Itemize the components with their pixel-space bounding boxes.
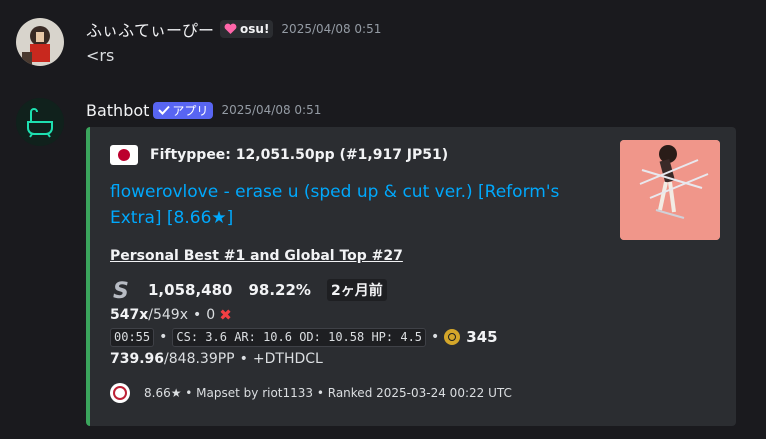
pp-max-value: /848.39PP bbox=[164, 351, 235, 367]
osu-logo-icon bbox=[110, 383, 130, 403]
embed-author-text: Fiftyppee: 12,051.50pp (#1,917 JP51) bbox=[150, 147, 449, 163]
japan-flag-icon bbox=[110, 145, 138, 165]
separator: • bbox=[193, 307, 202, 323]
user-avatar[interactable] bbox=[16, 18, 64, 66]
svg-text:S: S bbox=[113, 279, 129, 302]
score-stats-line: S 1,058,480 98.22% 2ヶ月前 bbox=[110, 278, 710, 302]
osu-tag[interactable]: osu! bbox=[220, 20, 274, 38]
combo-line: 547x /549x • 0 ✖ bbox=[110, 304, 710, 326]
bathtub-icon bbox=[16, 98, 64, 146]
avatar-image bbox=[16, 18, 64, 66]
embed-title-link[interactable]: flowerovlove - erase u (sped up & cut ve… bbox=[110, 179, 580, 231]
check-icon bbox=[158, 105, 171, 115]
accuracy-value: 98.22% bbox=[248, 281, 311, 299]
chat-area: ふぃふてぃーぴー osu! 2025/04/08 0:51 <rs Bathbo… bbox=[0, 0, 766, 439]
combo-value: 547x bbox=[110, 307, 149, 323]
bot-username[interactable]: Bathbot bbox=[86, 101, 149, 120]
osu-tag-label: osu! bbox=[240, 22, 270, 36]
separator: • bbox=[431, 329, 440, 345]
heart-icon bbox=[224, 23, 237, 34]
pp-value: 739.96 bbox=[110, 351, 165, 367]
bot-avatar[interactable] bbox=[16, 98, 64, 146]
length-code: 00:55 bbox=[110, 327, 155, 347]
score-embed: Fiftyppee: 12,051.50pp (#1,917 JP51) flo… bbox=[86, 127, 736, 426]
embed-footer: 8.66★ • Mapset by riot1133 • Ranked 2025… bbox=[110, 383, 512, 403]
miss-count: 0 bbox=[206, 307, 216, 323]
timestamp[interactable]: 2025/04/08 0:51 bbox=[281, 22, 381, 36]
beatmap-thumbnail[interactable] bbox=[620, 140, 720, 240]
map-stats-line: 00:55 • CS: 3.6 AR: 10.6 OD: 10.58 HP: 4… bbox=[110, 326, 710, 348]
mods-value: +DTHDCL bbox=[252, 351, 323, 367]
grade-s-icon: S bbox=[113, 279, 129, 302]
map-attributes-code: CS: 3.6 AR: 10.6 OD: 10.58 HP: 4.5 bbox=[172, 327, 427, 347]
separator: • bbox=[159, 329, 168, 345]
message-content: <rs bbox=[86, 46, 115, 65]
embed-footer-text: 8.66★ • Mapset by riot1133 • Ranked 2025… bbox=[144, 386, 512, 400]
cover-art-image bbox=[620, 140, 720, 240]
app-badge-label: アプリ bbox=[172, 103, 209, 118]
max-combo-value: /549x bbox=[148, 307, 188, 323]
personal-best-line: Personal Best #1 and Global Top #27 bbox=[110, 248, 403, 264]
miss-x-icon: ✖ bbox=[219, 306, 232, 324]
bpm-value: 345 bbox=[466, 328, 498, 346]
bpm-icon bbox=[444, 329, 461, 345]
username[interactable]: ふぃふてぃーぴー bbox=[86, 17, 214, 41]
score-value: 1,058,480 bbox=[148, 281, 233, 299]
separator: • bbox=[239, 351, 248, 367]
bot-timestamp[interactable]: 2025/04/08 0:51 bbox=[221, 103, 321, 117]
time-ago[interactable]: 2ヶ月前 bbox=[326, 279, 387, 301]
app-badge: アプリ bbox=[153, 101, 214, 119]
embed-author[interactable]: Fiftyppee: 12,051.50pp (#1,917 JP51) bbox=[110, 143, 448, 167]
embed-description: Personal Best #1 and Global Top #27 S 1,… bbox=[110, 245, 710, 370]
pp-line: 739.96 /848.39PP • +DTHDCL bbox=[110, 348, 710, 370]
